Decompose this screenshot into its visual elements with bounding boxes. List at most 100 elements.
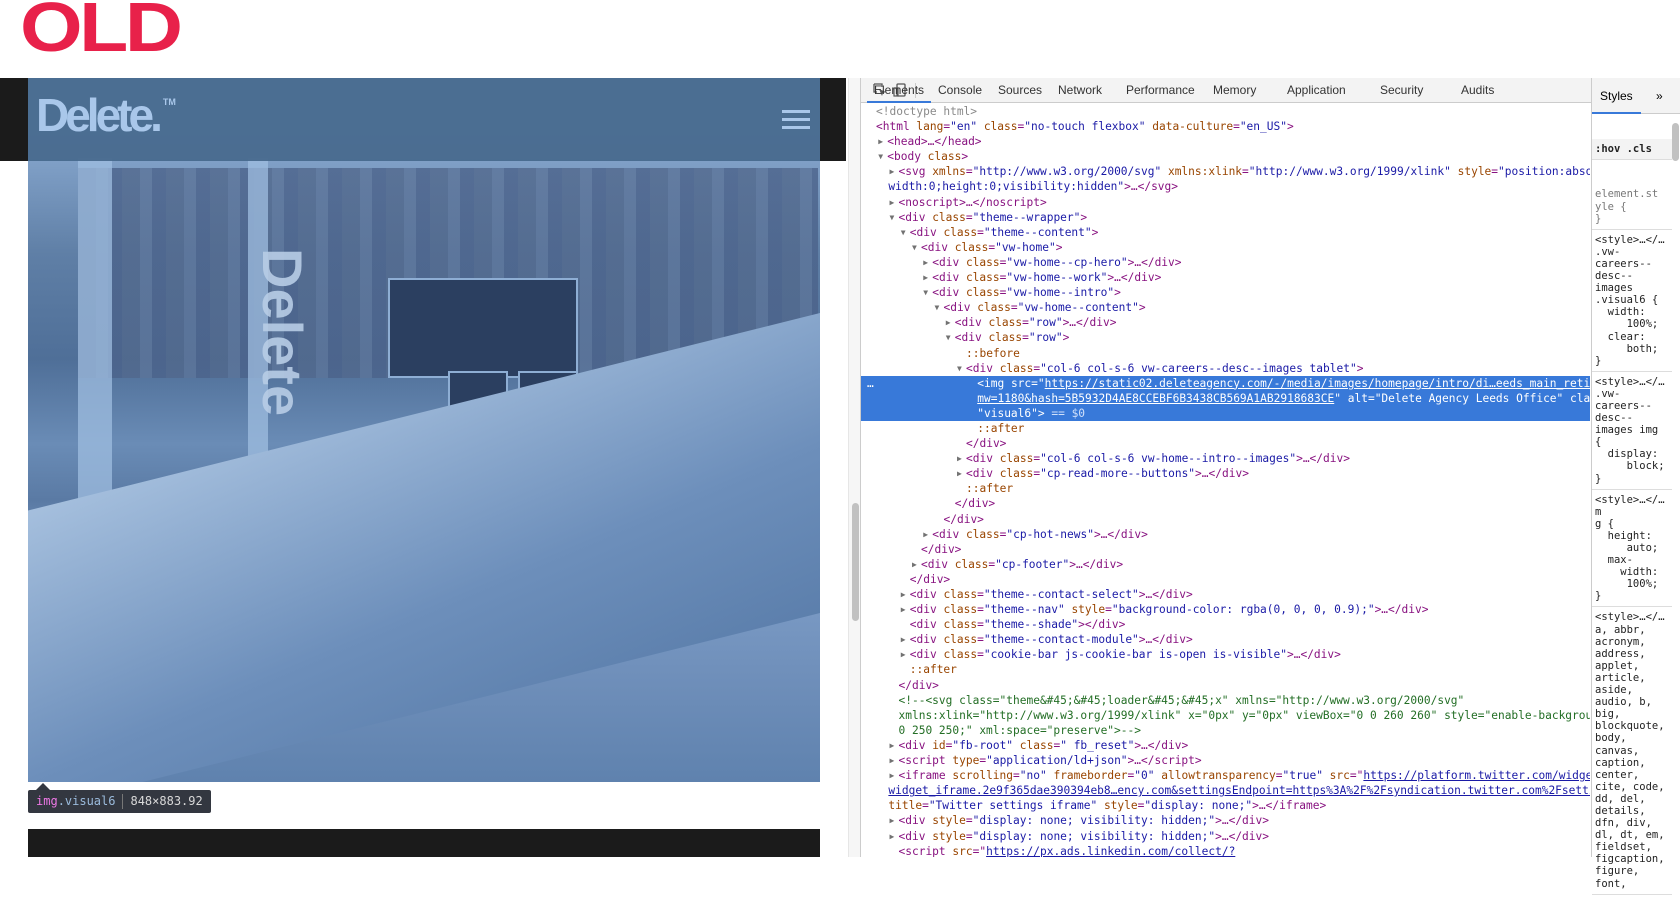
office-photo-highlighted[interactable]: Delete	[28, 78, 820, 782]
dom-node-row[interactable]: ▶ <div class="cookie-bar js-cookie-bar is…	[861, 647, 1590, 662]
dom-node-row[interactable]: <!doctype html>	[861, 104, 1590, 119]
collapse-triangle-icon[interactable]: ▼	[878, 149, 887, 164]
tab-performance[interactable]: Performance	[1119, 78, 1202, 103]
dom-node-row[interactable]: ▼ <div class="vw-home--intro">	[861, 285, 1590, 300]
expand-triangle-icon[interactable]: ▶	[912, 557, 921, 572]
dom-node-row[interactable]: ▼ <div class="vw-home--content">	[861, 300, 1590, 315]
dom-node-row[interactable]: width:0;height:0;visibility:hidden">…</s…	[861, 179, 1590, 194]
style-rule[interactable]: <style>…</… .vw- careers-- desc-- images…	[1592, 230, 1672, 372]
dom-node-row[interactable]: </div>	[861, 512, 1590, 527]
dom-node-row[interactable]: </div>	[861, 436, 1590, 451]
attr-link[interactable]: https://px.ads.linkedin.com/collect/?	[986, 845, 1235, 857]
dom-node-row[interactable]: <html lang="en" class="no-touch flexbox"…	[861, 119, 1590, 134]
more-tabs-icon[interactable]: »	[1656, 78, 1663, 114]
dom-node-row[interactable]: 0 250 250;" xml:space="preserve">-->	[861, 723, 1590, 738]
dom-node-row[interactable]: ▶ <head>…</head>	[861, 134, 1590, 149]
tab-sources[interactable]: Sources	[991, 78, 1049, 103]
dom-node-row[interactable]: </div>	[861, 542, 1590, 557]
dom-node-row[interactable]: </div>	[861, 678, 1590, 693]
dom-node-row[interactable]: ::after	[861, 481, 1590, 496]
dom-node-row[interactable]: ▶ <div style="display: none; visibility: …	[861, 813, 1590, 828]
tab-network[interactable]: Network	[1051, 78, 1109, 103]
tab-console[interactable]: Console	[931, 78, 989, 103]
dom-node-row[interactable]: ▼ <div class="theme--content">	[861, 225, 1590, 240]
dom-node-row[interactable]: ▶ <svg xmlns="http://www.w3.org/2000/svg"…	[861, 164, 1591, 179]
page-scrollbar[interactable]	[848, 78, 860, 857]
dom-node-row[interactable]: ▼ <div class="vw-home">	[861, 240, 1590, 255]
dom-node-row[interactable]: widget_iframe.2e9f365dae390394eb8…ency.c…	[861, 783, 1590, 798]
expand-triangle-icon[interactable]: ▶	[890, 753, 899, 768]
expand-triangle-icon[interactable]: ▶	[890, 829, 899, 844]
delete-logo[interactable]: Delete. TM	[36, 92, 176, 138]
dom-node-row[interactable]: ▼ <div class="col-6 col-s-6 vw-careers--d…	[861, 361, 1590, 376]
selected-dom-node[interactable]: … <img src="https://static02.deleteagency…	[861, 375, 1590, 391]
hamburger-menu-icon[interactable]	[782, 110, 810, 130]
dom-node-row[interactable]: ▶ <div style="display: none; visibility: …	[861, 829, 1590, 844]
expand-triangle-icon[interactable]: ▶	[923, 270, 932, 285]
expand-triangle-icon[interactable]: ▶	[901, 647, 910, 662]
expand-triangle-icon[interactable]: ▶	[923, 527, 932, 542]
collapse-triangle-icon[interactable]: ▼	[946, 330, 955, 345]
dom-node-row[interactable]: ▶ <div class="theme--nav" style="backgrou…	[861, 602, 1590, 617]
elements-tree[interactable]: <!doctype html> <html lang="en" class="no…	[861, 104, 1590, 857]
dom-node-row[interactable]: ▶ <div class="vw-home--cp-hero">…</div>	[861, 255, 1590, 270]
collapse-triangle-icon[interactable]: ▼	[890, 210, 899, 225]
dom-node-row[interactable]: ▶ <div id="fb-root" class=" fb_reset">…</…	[861, 738, 1590, 753]
collapse-triangle-icon[interactable]: ▼	[935, 300, 944, 315]
collapse-triangle-icon[interactable]: ▼	[923, 285, 932, 300]
expand-triangle-icon[interactable]: ▶	[923, 255, 932, 270]
dom-node-row[interactable]: xmlns:xlink="http://www.w3.org/1999/xlin…	[861, 708, 1591, 723]
expand-triangle-icon[interactable]: ▶	[946, 315, 955, 330]
dom-node-row[interactable]: </div>	[861, 496, 1590, 511]
dom-node-row[interactable]: title="Twitter settings iframe" style="d…	[861, 798, 1590, 813]
dom-node-row[interactable]: ▶ <noscript>…</noscript>	[861, 195, 1590, 210]
expand-triangle-icon[interactable]: ▶	[890, 813, 899, 828]
style-rule[interactable]: <style>…</… m g { height: auto; max- wid…	[1592, 490, 1672, 608]
dom-node-row[interactable]: ▼ <div class="row">	[861, 330, 1590, 345]
expand-triangle-icon[interactable]: ▶	[901, 632, 910, 647]
dom-node-row[interactable]: ▶ <div class="vw-home--work">…</div>	[861, 270, 1590, 285]
tab-elements[interactable]: Elements	[867, 78, 932, 103]
dom-node-row[interactable]: <!--<svg class="theme&#45;&#45;loader&#4…	[861, 693, 1590, 708]
collapse-triangle-icon[interactable]: ▼	[957, 361, 966, 376]
dom-node-row[interactable]: ▶ <div class="row">…</div>	[861, 315, 1590, 330]
style-rule[interactable]: <style>…</… .vw- careers-- desc-- images…	[1592, 372, 1672, 490]
dom-node-row[interactable]: ▼ <body class>	[861, 149, 1590, 164]
expand-triangle-icon[interactable]: ▶	[890, 768, 899, 783]
styles-scrollbar-thumb[interactable]	[1672, 123, 1679, 161]
dom-node-row[interactable]: ▶ <div class="theme--contact-select">…</d…	[861, 587, 1590, 602]
dom-node-row[interactable]: ▶ <script type="application/ld+json">…</s…	[861, 753, 1590, 768]
collapse-triangle-icon[interactable]: ▼	[912, 240, 921, 255]
dom-node-row[interactable]: ▶ <div class="theme--contact-module">…</d…	[861, 632, 1590, 647]
attr-link[interactable]: https://platform.twitter.com/widgets/	[1363, 769, 1590, 782]
expand-triangle-icon[interactable]: ▶	[890, 738, 899, 753]
style-filter-buttons[interactable]: :hov .cls	[1592, 139, 1672, 161]
tab-security[interactable]: Security	[1373, 78, 1430, 103]
dom-node-row[interactable]: ▶ <div class="col-6 col-s-6 vw-home--intr…	[861, 451, 1590, 466]
collapse-triangle-icon[interactable]: ▼	[901, 225, 910, 240]
expand-triangle-icon[interactable]: ▶	[901, 587, 910, 602]
expand-triangle-icon[interactable]: ▶	[878, 134, 887, 149]
dom-node-row[interactable]: ▼ <div class="theme--wrapper">	[861, 210, 1590, 225]
expand-triangle-icon[interactable]: ▶	[890, 164, 899, 179]
selected-dom-node[interactable]: "visual6"> == $0	[861, 405, 1590, 421]
tab-memory[interactable]: Memory	[1206, 78, 1263, 103]
style-rule[interactable]: element.st yle { }	[1592, 184, 1672, 230]
dom-node-row[interactable]: <script src="https://px.ads.linkedin.com…	[861, 844, 1590, 857]
page-scrollbar-thumb[interactable]	[852, 503, 859, 621]
dom-node-row[interactable]: ▶ <div class="cp-read-more--buttons">…</d…	[861, 466, 1590, 481]
attr-link[interactable]: widget_iframe.2e9f365dae390394eb8…ency.c…	[888, 784, 1590, 797]
dom-node-row[interactable]: ▶ <div class="cp-hot-news">…</div>	[861, 527, 1590, 542]
style-rule[interactable]: <style>…</… a, abbr, acronym, address, a…	[1592, 607, 1672, 895]
selected-dom-node[interactable]: mw=1180&hash=5B5932D4AE8CCEBF6B3438CB569…	[861, 390, 1590, 406]
expand-triangle-icon[interactable]: ▶	[957, 451, 966, 466]
expand-triangle-icon[interactable]: ▶	[957, 466, 966, 481]
dom-node-row[interactable]: ::after	[861, 662, 1590, 677]
attr-link[interactable]: mw=1180&hash=5B5932D4AE8CCEBF6B3438CB569…	[977, 392, 1334, 405]
dom-node-row[interactable]: ::before	[861, 346, 1590, 361]
node-actions-icon[interactable]: …	[867, 376, 874, 391]
dom-node-row[interactable]: ::after	[861, 421, 1590, 436]
dom-node-row[interactable]: ▶ <div class="cp-footer">…</div>	[861, 557, 1590, 572]
tab-application[interactable]: Application	[1280, 78, 1353, 103]
dom-node-row[interactable]: <div class="theme--shade"></div>	[861, 617, 1590, 632]
